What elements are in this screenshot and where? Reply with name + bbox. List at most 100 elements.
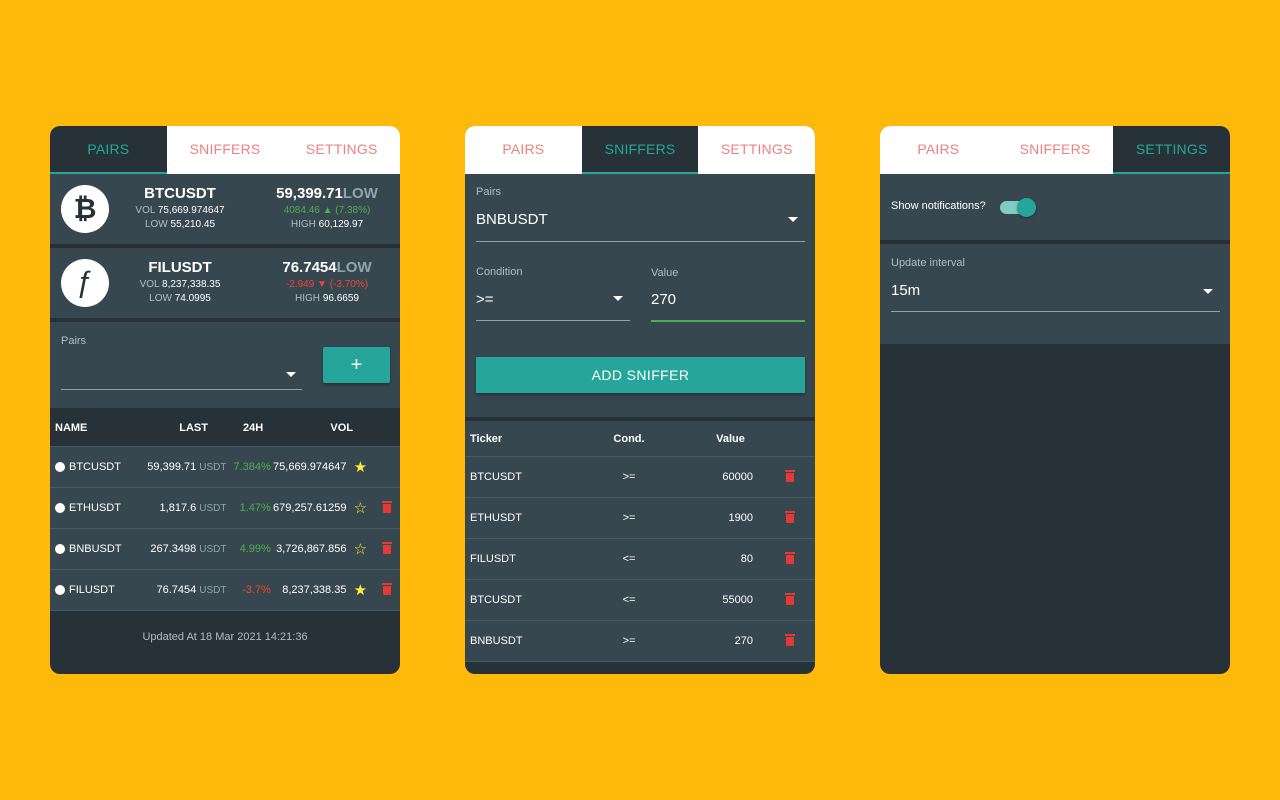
col-value: Value [716,432,745,445]
star-icon[interactable]: ☆ [346,499,374,517]
ticker-volume: VOL 75,669.974647 [135,205,225,216]
condition-underline [476,320,630,321]
condition-label: Condition [476,266,523,278]
pairs-panel: PAIRS SNIFFERS SETTINGS ₿ BTCUSDT VOL 75… [50,126,400,674]
col-cond: Cond. [613,432,645,445]
tab-sniffers[interactable]: SNIFFERS [581,126,699,174]
pair-change: 4.99% [239,543,271,555]
chevron-down-icon [1203,289,1213,294]
pair-change: -3.7% [242,584,271,596]
star-icon[interactable]: ☆ [346,540,374,558]
pair-volume: 8,237,338.35 [282,584,347,596]
ticker-high: HIGH 96.6659 [295,293,359,304]
add-pair-button[interactable]: + [323,347,390,383]
trash-icon[interactable] [783,469,797,483]
ticker-card: ₿ BTCUSDT VOL 75,669.974647 LOW 55,210.4… [50,174,400,244]
coin-icon [55,544,65,554]
pair-last: 76.7454 [156,584,197,596]
tab-settings[interactable]: SETTINGS [1113,126,1230,174]
sniffer-condition: >= [622,471,636,483]
interval-label: Update interval [891,257,965,269]
tab-bar: PAIRS SNIFFERS SETTINGS [465,126,815,174]
value-input[interactable]: 270 [651,291,676,308]
trash-icon[interactable] [380,582,394,596]
sniffer-ticker: BTCUSDT [470,594,522,606]
notifications-toggle[interactable] [998,198,1036,217]
interval-underline [891,311,1220,312]
table-header: NAME LAST 24H VOL [50,410,400,447]
add-pair-form: Pairs + [50,322,400,408]
sniffer-value: 270 [734,635,753,647]
sniffer-condition: >= [622,512,636,524]
updated-timestamp: Updated At 18 Mar 2021 14:21:36 [142,631,308,643]
pairs-select[interactable] [61,358,302,390]
trash-icon[interactable] [783,510,797,524]
tab-settings[interactable]: SETTINGS [698,126,815,174]
trash-icon[interactable] [783,592,797,606]
table-row[interactable]: FILUSDT 76.7454 USDT -3.7% 8,237,338.35 ★ [50,570,400,611]
pair-name: BTCUSDT [69,461,121,473]
sniffer-value: 60000 [722,471,753,483]
col-24h: 24H [243,422,264,434]
add-sniffer-form: Pairs BNBUSDT Condition >= Value 270 ADD… [465,174,815,417]
pair-change: 7.384% [233,461,271,473]
ticker-change: -2.949 ▼ (-3.70%) [285,279,369,290]
star-icon[interactable]: ★ [346,581,374,599]
pair-last: 267.3498 [150,543,197,555]
chevron-down-icon [286,372,296,377]
pairs-select-value[interactable]: BNBUSDT [476,211,548,228]
pair-volume: 679,257.61259 [273,502,347,514]
sniffer-value: 55000 [722,594,753,606]
pairs-table: NAME LAST 24H VOL BTCUSDT 59,399.71 USDT 7.… [50,410,400,611]
pair-name: BNBUSDT [69,543,122,555]
ticker-card: ƒ FILUSDT VOL 8,237,338.35 LOW 74.0995 7… [50,248,400,318]
table-row: BTCUSDT <= 55000 [465,580,815,621]
pair-unit: USDT [199,584,227,596]
sniffer-value: 1900 [728,512,753,524]
tab-pairs[interactable]: PAIRS [465,126,582,174]
tab-pairs[interactable]: PAIRS [880,126,997,174]
table-row[interactable]: BTCUSDT 59,399.71 USDT 7.384% 75,669.974647 ★ [50,447,400,488]
add-sniffer-button[interactable]: ADD SNIFFER [476,357,805,393]
value-underline [651,320,805,322]
condition-select-value[interactable]: >= [476,291,494,308]
star-icon[interactable]: ★ [346,458,374,476]
trash-icon[interactable] [783,551,797,565]
ticker-high: HIGH 60,129.97 [290,219,364,230]
col-last: LAST [179,422,208,434]
tab-sniffers[interactable]: SNIFFERS [997,126,1114,174]
trash-icon[interactable] [380,541,394,555]
sniffer-value: 80 [740,553,753,565]
value-label: Value [651,267,679,279]
pairs-label: Pairs [61,335,87,347]
pair-name: FILUSDT [69,584,115,596]
sniffer-ticker: BNBUSDT [470,635,523,647]
ticker-name: FILUSDT [148,259,212,276]
pair-change: 1.47% [239,502,271,514]
sniffer-condition: >= [622,635,636,647]
pair-unit: USDT [199,461,227,473]
tab-settings[interactable]: SETTINGS [283,126,400,174]
tab-bar: PAIRS SNIFFERS SETTINGS [50,126,400,174]
pair-last: 59,399.71 [147,461,197,473]
settings-panel: PAIRS SNIFFERS SETTINGS Show notificatio… [880,126,1230,674]
filecoin-icon: ƒ [61,259,109,307]
ticker-change: 4084.46 ▲ (7.38%) [283,205,371,216]
tab-pairs[interactable]: PAIRS [50,126,167,174]
ticker-low: LOW 55,210.45 [144,219,216,230]
notifications-setting: Show notifications? [880,174,1230,240]
interval-select-value[interactable]: 15m [891,282,920,299]
pairs-select-underline [476,241,805,242]
table-row[interactable]: ETHUSDT 1,817.6 USDT 1.47% 679,257.61259 ☆ [50,488,400,529]
pair-volume: 75,669.974647 [273,461,347,473]
tab-bar: PAIRS SNIFFERS SETTINGS [880,126,1230,174]
trash-icon[interactable] [380,500,394,514]
trash-icon[interactable] [783,633,797,647]
tab-sniffers[interactable]: SNIFFERS [167,126,284,174]
chevron-down-icon [613,296,623,301]
table-row[interactable]: BNBUSDT 267.3498 USDT 4.99% 3,726,867.856 ☆ [50,529,400,570]
notifications-label: Show notifications? [891,200,986,212]
coin-icon [55,462,65,472]
sniffer-ticker: FILUSDT [470,553,516,565]
pair-name: ETHUSDT [69,502,121,514]
